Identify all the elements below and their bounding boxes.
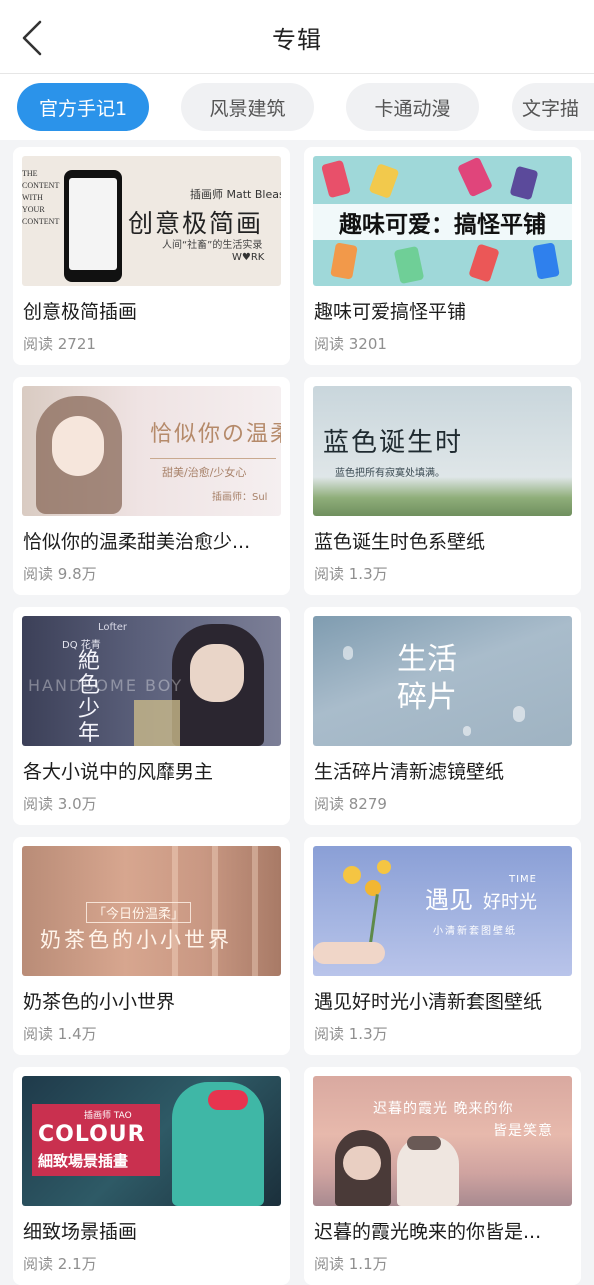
album-card[interactable]: 遇见 TIME 好时光 小清新套图壁纸 遇见好时光小清新套图壁纸 阅读 1.3万 (304, 837, 581, 1055)
read-count: 阅读 2721 (23, 335, 96, 353)
thumbnail-caption: 「今日份温柔」 (86, 902, 192, 923)
girl-face (52, 416, 104, 476)
thumbnail-caption: 皆是笑意 (493, 1123, 553, 1139)
album-thumbnail: THE CONTENT WITH YOUR CONTENT 插画师 Matt B… (22, 156, 281, 286)
album-thumbnail: 遇见 TIME 好时光 小清新套图壁纸 (313, 846, 572, 976)
category-tabs: 官方手记1 风景建筑 卡通动漫 文字描 (0, 74, 594, 140)
thumbnail-caption: THE CONTENT WITH YOUR CONTENT (22, 169, 60, 226)
album-title: 细致场景插画 (23, 1221, 138, 1243)
raindrop (463, 726, 471, 736)
sock-shape (330, 242, 358, 280)
album-thumbnail: 趣味可爱：搞怪平铺 (313, 156, 572, 286)
album-card[interactable]: 生活 碎片 生活碎片清新滤镜壁纸 阅读 8279 (304, 607, 581, 825)
read-count: 阅读 9.8万 (23, 565, 97, 583)
sock-shape (468, 243, 500, 283)
album-title: 创意极简插画 (23, 301, 138, 323)
album-card[interactable]: 趣味可爱：搞怪平铺 趣味可爱搞怪平铺 阅读 3201 (304, 147, 581, 365)
curtain-stripe (212, 846, 218, 976)
thumbnail-headline: COLOUR (38, 1122, 146, 1147)
album-title: 各大小说中的风靡男主 (23, 761, 214, 783)
divider (150, 458, 276, 459)
jacket-shape (134, 700, 180, 746)
thumbnail-caption: 插画师 TAO (84, 1111, 132, 1121)
tab-text[interactable]: 文字描 (512, 83, 594, 131)
thumbnail-headline: 创意极简画 (128, 209, 264, 238)
thumbnail-caption: 蓝色把所有寂寞处填满。 (335, 468, 445, 479)
flower-shape (343, 866, 361, 884)
thumbnail-caption: 小清新套图壁纸 (433, 926, 517, 937)
person-hat (407, 1136, 441, 1150)
read-count: 阅读 3201 (314, 335, 387, 353)
album-title: 趣味可爱搞怪平铺 (314, 301, 467, 323)
read-count: 阅读 2.1万 (23, 1255, 97, 1273)
character-cap (208, 1090, 248, 1110)
album-thumbnail: 「今日份温柔」 奶茶色的小小世界 (22, 846, 281, 976)
album-title: 遇见好时光小清新套图壁纸 (314, 991, 543, 1013)
boy-face (190, 644, 244, 702)
album-thumbnail: 生活 碎片 (313, 616, 572, 746)
album-thumbnail: 恰似你の温柔 甜美/治愈/少女心 插画师：Sul (22, 386, 281, 516)
read-count: 阅读 8279 (314, 795, 387, 813)
curtain-stripe (252, 846, 258, 976)
thumbnail-headline: 恰似你の温柔 (150, 422, 281, 447)
sock-shape (532, 242, 560, 280)
album-thumbnail: 蓝色诞生时 蓝色把所有寂寞处填满。 (313, 386, 572, 516)
sock-shape (509, 165, 539, 201)
album-thumbnail: 插画师 TAO COLOUR 細致場景插畫 (22, 1076, 281, 1206)
flower-shape (377, 860, 391, 874)
thumbnail-headline: 奶茶色的小小世界 (40, 928, 232, 952)
album-title: 蓝色诞生时色系壁纸 (314, 531, 486, 553)
album-card[interactable]: THE CONTENT WITH YOUR CONTENT 插画师 Matt B… (13, 147, 290, 365)
album-card[interactable]: Lofter DQ 花青 絶色少年 HANDSOME BOY 各大小说中的风靡男… (13, 607, 290, 825)
thumbnail-headline: 遇见 (425, 886, 473, 914)
album-title: 迟暮的霞光晚来的你皆是... (314, 1221, 542, 1243)
thumbnail-caption: 甜美/治愈/少女心 (162, 466, 247, 479)
thumbnail-headline: 蓝色诞生时 (323, 428, 464, 458)
sock-shape (393, 245, 425, 285)
read-count: 阅读 1.1万 (314, 1255, 388, 1273)
thumbnail-headline: 絶色少年 (78, 649, 101, 746)
tab-landscape-architecture[interactable]: 风景建筑 (181, 83, 314, 131)
read-count: 阅读 1.4万 (23, 1025, 97, 1043)
sock-shape (456, 156, 494, 198)
tab-cartoon-anime[interactable]: 卡通动漫 (346, 83, 479, 131)
album-title: 奶茶色的小小世界 (23, 991, 176, 1013)
album-card[interactable]: 「今日份温柔」 奶茶色的小小世界 奶茶色的小小世界 阅读 1.4万 (13, 837, 290, 1055)
thumbnail-headline: 好时光 (483, 892, 537, 913)
raindrop (343, 646, 353, 660)
thumbnail-caption: 插画师：Sul (212, 492, 268, 503)
sock-shape (368, 163, 400, 199)
thumbnail-headline: 碎片 (397, 680, 457, 715)
sock-shape (320, 159, 352, 199)
album-card[interactable]: 插画师 TAO COLOUR 細致場景插畫 细致场景插画 阅读 2.1万 (13, 1067, 290, 1285)
thumbnail-headline: 趣味可爱：搞怪平铺 (339, 212, 546, 238)
album-title: 恰似你的温柔甜美治愈少... (23, 531, 251, 553)
read-count: 阅读 3.0万 (23, 795, 97, 813)
thumbnail-caption: W♥RK (232, 252, 265, 263)
thumbnail-caption: TIME (509, 874, 538, 885)
read-count: 阅读 1.3万 (314, 1025, 388, 1043)
album-card[interactable]: 迟暮的霞光 晚来的你 皆是笑意 迟暮的霞光晚来的你皆是... 阅读 1.1万 (304, 1067, 581, 1285)
person-face (343, 1146, 381, 1180)
album-thumbnail: Lofter DQ 花青 絶色少年 HANDSOME BOY (22, 616, 281, 746)
thumbnail-caption: Lofter (98, 622, 128, 633)
hand-shape (313, 942, 385, 964)
album-title: 生活碎片清新滤镜壁纸 (314, 761, 505, 783)
thumbnail-caption: 迟暮的霞光 晚来的你 (373, 1101, 514, 1117)
thumbnail-caption: HANDSOME BOY (28, 676, 184, 695)
album-card[interactable]: 蓝色诞生时 蓝色把所有寂寞处填满。 蓝色诞生时色系壁纸 阅读 1.3万 (304, 377, 581, 595)
page-title: 专辑 (272, 26, 322, 54)
top-bar: 专辑 (0, 0, 594, 74)
album-thumbnail: 迟暮的霞光 晚来的你 皆是笑意 (313, 1076, 572, 1206)
thumbnail-headline: 細致場景插畫 (38, 1152, 129, 1170)
read-count: 阅读 1.3万 (314, 565, 388, 583)
tab-official-notes[interactable]: 官方手记1 (17, 83, 149, 131)
album-card[interactable]: 恰似你の温柔 甜美/治愈/少女心 插画师：Sul 恰似你的温柔甜美治愈少... … (13, 377, 290, 595)
raindrop (513, 706, 525, 722)
phone-illustration (64, 170, 122, 282)
thumbnail-caption: 插画师 Matt Blease (190, 188, 281, 201)
thumbnail-caption: 人间“社畜”的生活实录 (162, 240, 263, 251)
